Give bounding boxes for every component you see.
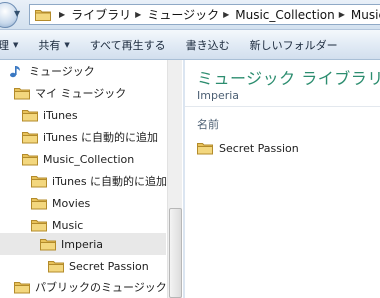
folder-icon [31, 175, 47, 187]
folder-icon [22, 109, 38, 121]
file-item-label: Secret Passion [219, 142, 299, 155]
folder-icon [22, 153, 38, 165]
tree-item-secret-passion[interactable]: Secret Passion [0, 255, 182, 277]
tree-item-my-music[interactable]: マイ ミュージック [0, 82, 182, 104]
tree-item-itunes-auto-add[interactable]: iTunes に自動的に追加 [0, 126, 182, 148]
play-all-button[interactable]: すべて再生する [90, 37, 166, 53]
nav-scrollbar-thumb[interactable] [169, 208, 182, 298]
folder-icon [14, 281, 30, 293]
organize-button[interactable]: 理 ▼ [0, 37, 18, 53]
breadcrumb-music-folder[interactable]: Music [351, 8, 380, 22]
column-header-name[interactable]: 名前 [197, 116, 219, 132]
breadcrumb-libraries[interactable]: ライブラリ [71, 6, 131, 23]
tree-item-itunes-auto-add-sub[interactable]: iTunes に自動的に追加 [0, 170, 182, 192]
tree-item-itunes[interactable]: iTunes [0, 104, 182, 126]
tree-item-public-music[interactable]: パブリックのミュージック [0, 276, 182, 298]
tree-item-label: iTunes に自動的に追加 [43, 131, 159, 144]
navigation-pane: ミュージック マイ ミュージック iTunes iTunes に自動的に追加 M… [0, 60, 182, 298]
tree-item-music-collection[interactable]: Music_Collection [0, 148, 182, 170]
folder-icon [31, 197, 47, 209]
share-label: 共有 [38, 38, 61, 52]
breadcrumb[interactable]: ▶ ライブラリ ▶ ミュージック ▶ Music_Collection ▶ Mu… [29, 4, 380, 25]
new-folder-button[interactable]: 新しいフォルダー [250, 37, 338, 53]
tree-item-label: ミュージック [29, 65, 95, 78]
content-pane: ミュージック ライブラリ Imperia 名前 Secret Passion [185, 60, 380, 298]
tree-item-imperia[interactable]: Imperia [0, 233, 166, 255]
folder-icon [31, 219, 47, 231]
tree-item-label: Movies [52, 196, 91, 210]
tree-item-label: マイ ミュージック [35, 87, 127, 100]
burn-button[interactable]: 書き込む [186, 37, 230, 53]
folder-icon [40, 238, 56, 250]
tree-item-movies[interactable]: Movies [0, 192, 182, 214]
tree-item-label: iTunes [43, 108, 78, 122]
divider [185, 106, 380, 107]
tree-item-label: Music_Collection [43, 152, 135, 166]
tree-item-label: Music [52, 218, 84, 232]
organize-label: 理 [0, 38, 9, 52]
command-bar: 理 ▼ 共有 ▼ すべて再生する 書き込む 新しいフォルダー [0, 30, 380, 60]
tree-item-label: Imperia [61, 237, 104, 251]
tree-item-label: パブリックのミュージック [35, 281, 167, 294]
library-subtitle: Imperia [197, 89, 240, 102]
breadcrumb-music-collection[interactable]: Music_Collection [235, 8, 335, 22]
folder-icon [35, 9, 51, 21]
chevron-down-icon: ▼ [64, 40, 70, 49]
tree-item-music-library[interactable]: ミュージック [0, 60, 176, 82]
folder-icon [197, 143, 213, 155]
breadcrumb-separator-icon[interactable]: ▶ [339, 10, 345, 19]
folder-icon [48, 260, 64, 272]
address-bar: ▼ ▶ ライブラリ ▶ ミュージック ▶ Music_Collection ▶ … [0, 0, 380, 30]
tree-item-label: Secret Passion [69, 259, 149, 273]
folder-icon [22, 131, 38, 143]
folder-icon [14, 87, 30, 99]
recent-pages-chevron-icon[interactable]: ▼ [14, 9, 20, 18]
breadcrumb-separator-icon[interactable]: ▶ [59, 10, 65, 19]
nav-scrollbar[interactable] [167, 60, 182, 298]
music-note-icon [10, 65, 20, 77]
tree-item-label: iTunes に自動的に追加 [52, 175, 168, 188]
breadcrumb-separator-icon[interactable]: ▶ [223, 10, 229, 19]
breadcrumb-separator-icon[interactable]: ▶ [135, 10, 141, 19]
share-button[interactable]: 共有 ▼ [38, 37, 69, 53]
library-title: ミュージック ライブラリ [197, 69, 380, 88]
chevron-down-icon: ▼ [13, 40, 19, 49]
breadcrumb-music[interactable]: ミュージック [147, 6, 219, 23]
file-item-secret-passion[interactable]: Secret Passion [197, 142, 299, 155]
